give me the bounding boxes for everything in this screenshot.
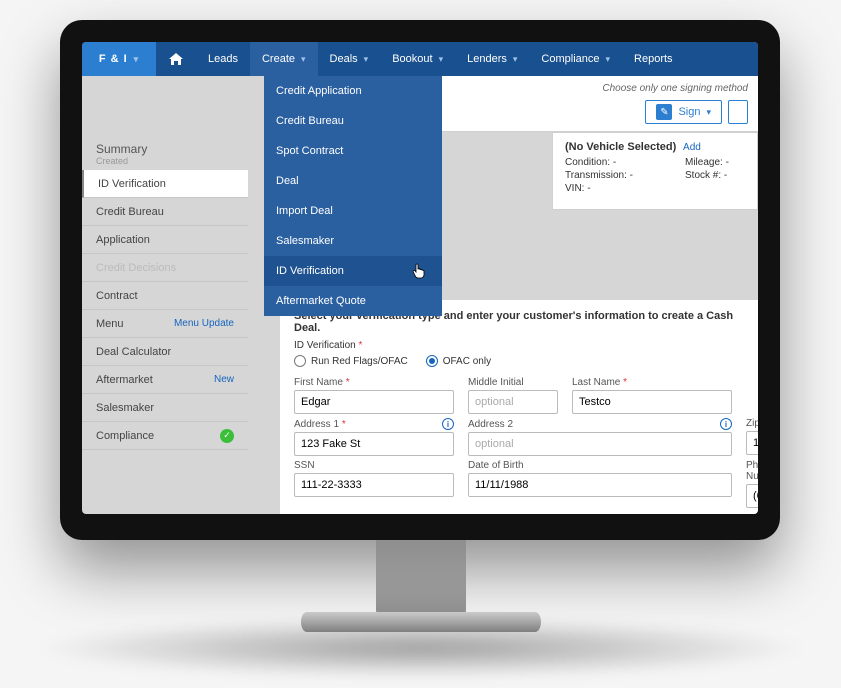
dd-id-verification[interactable]: ID Verification (264, 256, 442, 286)
vehicle-title: (No Vehicle Selected) (565, 141, 676, 153)
signing-instruction-bar: Choose only one signing method ✎ Sign ▾ (442, 76, 758, 132)
sidebar-item-aftermarket[interactable]: AftermarketNew (82, 366, 248, 394)
nav-bookout[interactable]: Bookout▾ (380, 42, 455, 76)
sidebar-item-credit-bureau[interactable]: Credit Bureau (82, 198, 248, 226)
check-icon: ✓ (220, 429, 234, 443)
nav-deals[interactable]: Deals▾ (318, 42, 381, 76)
radio-red-flags-ofac[interactable]: Run Red Flags/OFAC (294, 355, 408, 367)
verification-type-radios: Run Red Flags/OFAC OFAC only (294, 355, 744, 367)
info-icon[interactable]: i (442, 418, 454, 430)
sign-button[interactable]: ✎ Sign ▾ (645, 100, 722, 124)
nav-leads[interactable]: Leads (196, 42, 250, 76)
home-button[interactable] (156, 42, 196, 76)
dd-import-deal[interactable]: Import Deal (264, 196, 442, 226)
sidebar-item-compliance[interactable]: Compliance✓ (82, 422, 248, 450)
home-icon (168, 52, 184, 66)
chevron-down-icon: ▾ (439, 54, 444, 65)
last-name-input[interactable] (572, 390, 732, 414)
sidebar-item-deal-calculator[interactable]: Deal Calculator (82, 338, 248, 366)
dob-input[interactable] (468, 473, 732, 497)
vehicle-add-link[interactable]: Add (683, 142, 701, 153)
dd-credit-bureau[interactable]: Credit Bureau (264, 106, 442, 136)
monitor-frame: F & I ▾ Leads Create▾ Deals▾ Bookout▾ Le… (60, 20, 780, 540)
dd-deal[interactable]: Deal (264, 166, 442, 196)
nav-create[interactable]: Create▾ (250, 42, 318, 76)
address1-field: Address 1 *i (294, 418, 454, 456)
top-nav: F & I ▾ Leads Create▾ Deals▾ Bookout▾ Le… (82, 42, 758, 76)
menu-update-badge: Menu Update (174, 318, 234, 329)
dd-salesmaker[interactable]: Salesmaker (264, 226, 442, 256)
secondary-sign-button[interactable] (728, 100, 748, 124)
info-icon[interactable]: i (720, 418, 732, 430)
dd-spot-contract[interactable]: Spot Contract (264, 136, 442, 166)
phone-input[interactable] (746, 484, 758, 508)
chevron-down-icon: ▾ (513, 54, 518, 65)
address2-field: Address 2i (468, 418, 732, 456)
chevron-down-icon: ▾ (364, 54, 369, 65)
first-name-field: First Name * (294, 377, 454, 414)
zip-input[interactable] (746, 431, 758, 455)
phone-field: Phone Number (746, 460, 758, 508)
sidebar-item-id-verification[interactable]: ID Verification (82, 170, 248, 198)
sidebar-item-contract[interactable]: Contract (82, 282, 248, 310)
middle-initial-input[interactable] (468, 390, 558, 414)
address2-input[interactable] (468, 432, 732, 456)
sidebar: Summary Created ID Verification Credit B… (82, 132, 248, 514)
brand-label: F & I (99, 53, 128, 65)
dd-aftermarket-quote[interactable]: Aftermarket Quote (264, 286, 442, 316)
ssn-input[interactable] (294, 473, 454, 497)
first-name-input[interactable] (294, 390, 454, 414)
vehicle-panel: (No Vehicle Selected) Add Condition: - M… (552, 132, 758, 210)
sidebar-header: Summary Created (82, 132, 248, 170)
nav-compliance[interactable]: Compliance▾ (529, 42, 622, 76)
nav-lenders[interactable]: Lenders▾ (455, 42, 529, 76)
address1-input[interactable] (294, 432, 454, 456)
last-name-field: Last Name * (572, 377, 732, 414)
ssn-field: SSN (294, 460, 454, 508)
radio-icon (426, 355, 438, 367)
form-area: Select your verification type and enter … (280, 300, 758, 514)
chevron-down-icon: ▾ (301, 54, 306, 65)
sidebar-item-credit-decisions: Credit Decisions (82, 254, 248, 282)
chevron-down-icon: ▾ (134, 54, 140, 65)
create-dropdown: Credit Application Credit Bureau Spot Co… (264, 76, 442, 316)
sidebar-item-salesmaker[interactable]: Salesmaker (82, 394, 248, 422)
chevron-down-icon: ▾ (606, 54, 611, 65)
app-screen: F & I ▾ Leads Create▾ Deals▾ Bookout▾ Le… (82, 42, 758, 514)
new-badge: New (214, 374, 234, 385)
middle-initial-field: Middle Initial (468, 377, 558, 414)
nav-reports[interactable]: Reports (622, 42, 685, 76)
brand-menu[interactable]: F & I ▾ (82, 42, 156, 76)
dd-credit-application[interactable]: Credit Application (264, 76, 442, 106)
chevron-down-icon: ▾ (706, 107, 711, 118)
signing-instruction-text: Choose only one signing method (602, 83, 748, 94)
radio-icon (294, 355, 306, 367)
zip-field: Zip * (746, 418, 758, 456)
sidebar-item-menu[interactable]: MenuMenu Update (82, 310, 248, 338)
radio-ofac-only[interactable]: OFAC only (426, 355, 491, 367)
sidebar-item-application[interactable]: Application (82, 226, 248, 254)
sign-icon: ✎ (656, 104, 672, 120)
dob-field: Date of Birth (468, 460, 732, 508)
